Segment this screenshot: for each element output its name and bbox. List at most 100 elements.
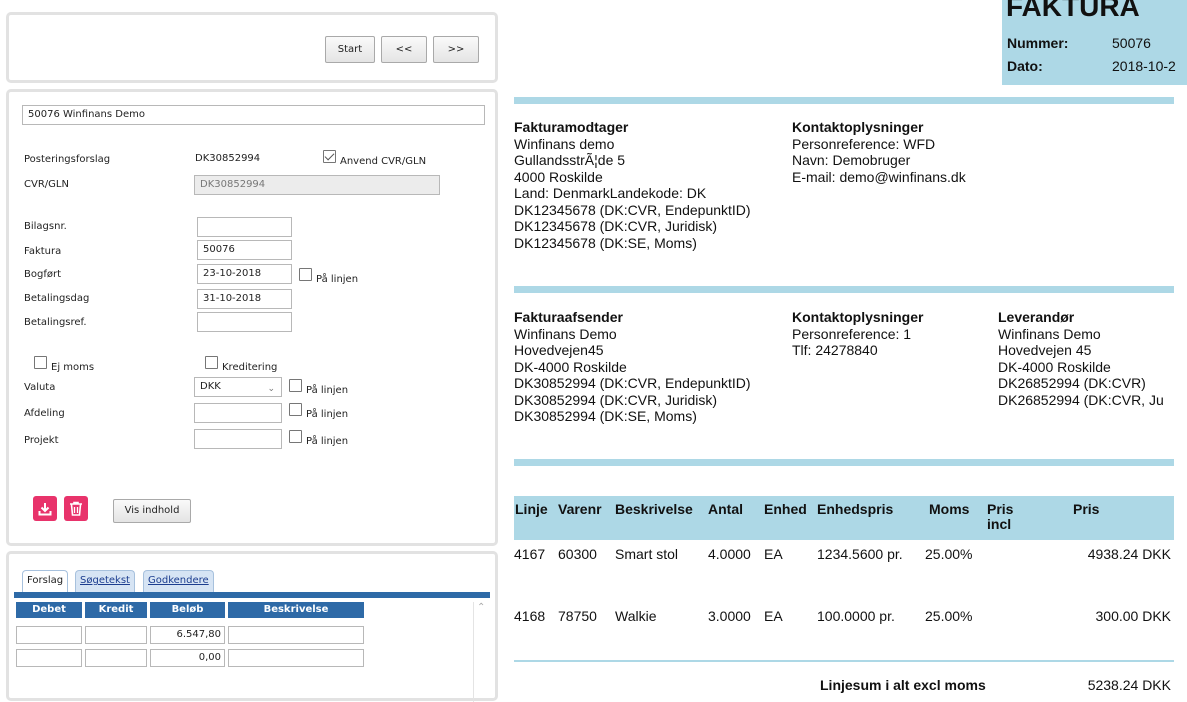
projekt-paa-linjen-label: På linjen bbox=[306, 436, 349, 447]
cvr-gln-field[interactable]: DK30852994 bbox=[194, 175, 440, 195]
supplier-line: DK-4000 Roskilde bbox=[998, 358, 1111, 375]
supplier-block: Leverandør Winfinans Demo Hovedvejen 45 … bbox=[998, 309, 1187, 408]
posteringsforslag-label: Posteringsforslag bbox=[24, 154, 111, 165]
next-button[interactable]: >> bbox=[433, 36, 479, 63]
delete-button[interactable] bbox=[64, 496, 88, 521]
recipient-line: Winfinans demo bbox=[514, 135, 615, 152]
recipient-line: GullandsstrÃ¦de 5 bbox=[514, 152, 626, 168]
recipient-block: Fakturamodtager Winfinans demo Gullandss… bbox=[514, 119, 751, 251]
betalingsdag-field[interactable]: 31-10-2018 bbox=[197, 289, 292, 309]
row-enhedspris: 100.0000 pr. bbox=[817, 608, 895, 624]
chevron-down-icon: ⌄ bbox=[267, 384, 275, 394]
supplier-line: DK26852994 (DK:CVR) bbox=[998, 375, 1146, 391]
debet-cell[interactable] bbox=[16, 626, 82, 644]
sender-line: Winfinans Demo bbox=[514, 325, 617, 342]
sender-line: DK30852994 (DK:SE, Moms) bbox=[514, 408, 697, 424]
valuta-paa-linjen-label: På linjen bbox=[306, 385, 349, 396]
row-pris: 4938.24 DKK bbox=[1087, 546, 1171, 562]
row-enhed: EA bbox=[764, 546, 783, 562]
projekt-label: Projekt bbox=[24, 435, 59, 446]
tab-bar bbox=[14, 592, 490, 598]
sender-line: DK-4000 Roskilde bbox=[514, 358, 627, 375]
supplier-heading: Leverandør bbox=[998, 309, 1075, 325]
kreditering-checkbox[interactable] bbox=[205, 356, 218, 369]
valuta-selected-value: DKK bbox=[200, 381, 221, 392]
ej-moms-checkbox[interactable] bbox=[34, 356, 47, 369]
recipient-heading: Fakturamodtager bbox=[514, 119, 629, 135]
kredit-cell[interactable] bbox=[85, 626, 147, 644]
tab-forslag[interactable]: Forslag bbox=[22, 570, 69, 592]
vis-indhold-button[interactable]: Vis indhold bbox=[113, 499, 191, 523]
header-pris-incl-line2: incl bbox=[987, 516, 1012, 532]
debet-cell[interactable] bbox=[16, 649, 82, 667]
download-button[interactable] bbox=[33, 496, 57, 521]
cvr-gln-label: CVR/GLN bbox=[24, 179, 69, 190]
sender-line: Hovedvejen45 bbox=[514, 342, 604, 358]
betalingsref-field[interactable] bbox=[197, 312, 292, 332]
tab-godkendere[interactable]: Godkendere bbox=[143, 570, 214, 592]
header-pris-incl-line1: Pris bbox=[987, 501, 1014, 517]
row-varenr: 78750 bbox=[558, 608, 597, 624]
bogfort-paa-linjen-checkbox[interactable] bbox=[299, 268, 312, 281]
supplier-line: DK26852994 (DK:CVR, Ju bbox=[998, 391, 1164, 408]
row-moms: 25.00% bbox=[925, 546, 973, 562]
document-title-field[interactable]: 50076 Winfinans Demo bbox=[22, 105, 485, 125]
column-header-debet: Debet bbox=[16, 602, 82, 618]
header-beskrivelse: Beskrivelse bbox=[615, 501, 693, 517]
invoice-date-value: 2018-10-2 bbox=[1112, 58, 1176, 74]
sender-contact-block: Kontaktoplysninger Personreference: 1 Tl… bbox=[792, 309, 923, 359]
bogfort-field[interactable]: 23-10-2018 bbox=[197, 264, 292, 284]
start-button[interactable]: Start bbox=[325, 36, 375, 63]
divider-line bbox=[514, 660, 1174, 662]
valuta-label: Valuta bbox=[24, 382, 56, 393]
anvend-cvr-checkbox[interactable] bbox=[323, 150, 336, 163]
beskrivelse-cell[interactable] bbox=[228, 649, 364, 667]
recipient-line: DK12345678 (DK:SE, Moms) bbox=[514, 234, 697, 251]
row-moms: 25.00% bbox=[925, 608, 973, 624]
header-enhed: Enhed bbox=[764, 501, 807, 517]
bogfort-paa-linjen-label: På linjen bbox=[316, 274, 359, 285]
posting-grid-panel: Forslag Søgetekst Godkendere Debet Kredi… bbox=[6, 551, 498, 702]
row-antal: 4.0000 bbox=[708, 546, 751, 562]
recipient-contact-heading: Kontaktoplysninger bbox=[792, 119, 924, 135]
vertical-scrollbar[interactable]: ⌃ bbox=[473, 602, 488, 702]
header-antal: Antal bbox=[708, 501, 743, 517]
faktura-label: Faktura bbox=[24, 246, 62, 257]
belob-cell[interactable]: 0,00 bbox=[150, 649, 225, 667]
previous-button[interactable]: << bbox=[381, 36, 427, 63]
header-varenr: Varenr bbox=[558, 501, 602, 517]
faktura-field[interactable]: 50076 bbox=[197, 240, 292, 260]
row-beskrivelse: Walkie bbox=[615, 608, 657, 624]
divider-band bbox=[514, 97, 1174, 104]
valuta-paa-linjen-checkbox[interactable] bbox=[289, 379, 302, 392]
valuta-select[interactable]: DKK ⌄ bbox=[194, 377, 282, 397]
row-enhedspris: 1234.5600 pr. bbox=[817, 546, 903, 562]
header-pris-incl: Pris incl bbox=[987, 502, 1013, 532]
projekt-paa-linjen-checkbox[interactable] bbox=[289, 430, 302, 443]
belob-cell[interactable]: 6.547,80 bbox=[150, 626, 225, 644]
tab-sogetekst[interactable]: Søgetekst bbox=[75, 570, 135, 592]
afdeling-label: Afdeling bbox=[24, 408, 65, 419]
sender-contact-heading: Kontaktoplysninger bbox=[792, 309, 924, 325]
recipient-contact-line: Navn: Demobruger bbox=[792, 152, 911, 168]
afdeling-field[interactable] bbox=[194, 403, 282, 423]
row-linje: 4168 bbox=[514, 608, 546, 624]
bilagsnr-label: Bilagsnr. bbox=[24, 221, 67, 232]
afdeling-paa-linjen-checkbox[interactable] bbox=[289, 403, 302, 416]
recipient-line: DK12345678 (DK:CVR, EndepunktID) bbox=[514, 201, 751, 218]
sender-line: DK30852994 (DK:CVR, EndepunktID) bbox=[514, 375, 751, 391]
booking-form-panel: 50076 Winfinans Demo Posteringsforslag D… bbox=[6, 89, 498, 546]
beskrivelse-cell[interactable] bbox=[228, 626, 364, 644]
bilagsnr-field[interactable] bbox=[197, 217, 292, 237]
kredit-cell[interactable] bbox=[85, 649, 147, 667]
posteringsforslag-value: DK30852994 bbox=[195, 153, 261, 164]
supplier-line: Winfinans Demo bbox=[998, 325, 1101, 342]
anvend-cvr-label: Anvend CVR/GLN bbox=[340, 156, 427, 167]
kreditering-label: Kreditering bbox=[222, 362, 278, 373]
projekt-field[interactable] bbox=[194, 429, 282, 449]
recipient-contact-line: E-mail: demo@winfinans.dk bbox=[792, 168, 966, 185]
trash-icon bbox=[70, 501, 82, 516]
row-enhed: EA bbox=[764, 608, 783, 624]
ej-moms-label: Ej moms bbox=[51, 362, 95, 373]
recipient-contact-block: Kontaktoplysninger Personreference: WFD … bbox=[792, 119, 966, 185]
